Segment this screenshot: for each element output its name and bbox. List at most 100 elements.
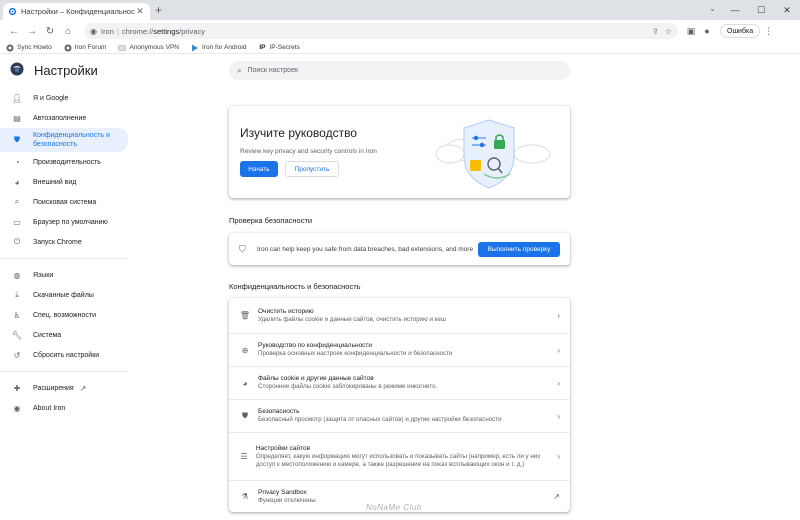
share-icon[interactable]: ⇪ <box>652 27 659 36</box>
bookmark-iron-forum[interactable]: Iron Forum <box>64 44 106 52</box>
play-store-favicon-icon <box>191 44 199 52</box>
sidebar-item-reset[interactable]: ↺ Сбросить настройки <box>0 345 128 365</box>
reset-icon: ↺ <box>13 350 21 360</box>
privacy-guide-illustration-icon <box>435 119 551 189</box>
settings-sidebar: 👤︎ Я и Google ▤ Автозаполнение ⛊ Конфиденци… <box>0 88 128 418</box>
close-window-icon[interactable]: ✕ <box>774 0 800 20</box>
new-tab-button[interactable]: + <box>155 4 162 16</box>
menu-dots-icon[interactable]: ⋮ <box>764 26 773 37</box>
chevron-right-icon: › <box>557 378 560 388</box>
sidebar-item-you-and-google[interactable]: 👤︎ Я и Google <box>0 88 128 108</box>
sidebar-item-system[interactable]: 🔧︎ Система <box>0 325 128 345</box>
url-text[interactable]: chrome://settings/privacy <box>122 27 646 36</box>
safety-check-card: ⛉ Iron can help keep you safe from data … <box>229 233 570 265</box>
error-chip-button[interactable]: Ошибка <box>720 24 761 38</box>
sidebar-item-on-startup[interactable]: ⏻ Запуск Chrome <box>0 232 128 252</box>
site-info-icon[interactable]: ◉ <box>90 27 97 36</box>
omnibox-separator: | <box>116 26 119 36</box>
iron-logo-icon <box>10 62 24 76</box>
bookmark-ip-secrets[interactable]: IP IP-Secrets <box>258 44 299 52</box>
browser-icon: ▭ <box>13 217 21 227</box>
puzzle-icon: ✚ <box>13 383 21 393</box>
sidebar-item-search-engine[interactable]: ⌕ Поисковая система <box>0 192 128 212</box>
reload-icon[interactable]: ↻ <box>42 23 58 39</box>
flask-icon: ⚗︎ <box>241 492 249 501</box>
window-controls: — ☐ ✕ <box>722 0 800 20</box>
chevron-right-icon: › <box>557 311 560 320</box>
ip-secrets-favicon-icon: IP <box>259 44 266 51</box>
tab-search-icon[interactable]: ⌄ <box>709 4 716 13</box>
back-arrow-icon[interactable]: ← <box>6 23 22 39</box>
forward-arrow-icon[interactable]: → <box>24 23 40 39</box>
privacy-guide-row[interactable]: ⊕ Руководство по конфиденциальности Прове… <box>229 333 570 366</box>
tab-title: Настройки – Конфиденциальнос <box>21 7 135 16</box>
trash-icon: 🗑︎ <box>239 311 251 320</box>
speedometer-icon: ◔ <box>14 157 20 167</box>
sidebar-item-appearance[interactable]: ◕ Внешний вид <box>0 172 128 192</box>
sidebar-item-default-browser[interactable]: ▭ Браузер по умолчанию <box>0 212 128 232</box>
safety-check-text: Iron can help keep you safe from data br… <box>257 245 474 253</box>
globe-icon: ◍ <box>13 270 21 280</box>
chevron-right-icon: › <box>557 452 560 461</box>
sidebar-item-extensions[interactable]: ✚ Расширения ↗ <box>0 378 128 398</box>
cookie-icon: ◕ <box>242 378 248 388</box>
guide-title: Изучите руководство <box>240 126 357 140</box>
external-link-icon: ↗ <box>553 492 560 501</box>
start-guide-button[interactable]: Начать <box>240 161 278 177</box>
side-panel-icon[interactable]: ▣ <box>684 26 698 37</box>
site-settings-row[interactable]: ☰ Настройки сайтов Определяет, какую инфо… <box>229 432 570 480</box>
settings-search-input[interactable]: ⌕ Поиск настроек <box>229 61 570 80</box>
sync-howto-favicon-icon <box>6 44 14 52</box>
sidebar-divider <box>0 371 128 372</box>
sidebar-divider <box>0 258 128 259</box>
settings-gear-icon <box>8 7 17 16</box>
guide-subtitle: Review key privacy and security controls… <box>240 148 377 155</box>
sidebar-item-downloads[interactable]: ⤓ Скачанные файлы <box>0 285 128 305</box>
security-shield-icon: ⛊ <box>242 411 248 420</box>
iron-logo-icon: ◉ <box>13 403 21 413</box>
security-row[interactable]: ⛊ Безопасность Безопасный просмотр (защит… <box>229 399 570 432</box>
bookmark-star-icon[interactable]: ☆ <box>665 27 672 36</box>
sidebar-item-languages[interactable]: ◍ Языки <box>0 265 128 285</box>
autofill-icon: ▤ <box>13 113 21 123</box>
run-safety-check-button[interactable]: Выполнить проверку <box>478 241 560 257</box>
person-icon: 👤︎ <box>11 93 23 103</box>
watermark: NoNaMe Club <box>366 503 422 512</box>
search-placeholder: Поиск настроек <box>247 67 299 74</box>
tab-strip: Настройки – Конфиденциальнос ✕ + ⌄ — ☐ ✕ <box>0 0 800 20</box>
sidebar-item-about[interactable]: ◉ About Iron <box>0 398 128 418</box>
chevron-right-icon: › <box>557 345 560 355</box>
palette-icon: ◕ <box>14 177 20 187</box>
profile-icon[interactable]: ● <box>700 26 714 36</box>
vpn-favicon-icon <box>118 44 127 52</box>
bookmark-anonymous-vpn[interactable]: Anonymous VPN <box>118 44 179 52</box>
external-link-icon: ↗ <box>79 383 87 393</box>
maximize-icon[interactable]: ☐ <box>748 0 774 20</box>
browser-tab[interactable]: Настройки – Конфиденциальнос ✕ <box>3 3 150 20</box>
sidebar-item-privacy[interactable]: ⛊ Конфиденциальность и безопасность <box>0 128 128 152</box>
address-bar[interactable]: ◉ Iron | chrome://settings/privacy ⇪ ☆ <box>84 23 678 39</box>
accessibility-icon: ♿︎ <box>13 310 21 320</box>
tab-close-icon[interactable]: ✕ <box>135 6 145 17</box>
power-icon: ⏻ <box>13 237 21 246</box>
minimize-icon[interactable]: — <box>722 0 748 20</box>
cookies-row[interactable]: ◕ Файлы cookie и другие данные сайтов Сто… <box>229 366 570 399</box>
search-icon: ⌕ <box>237 65 242 75</box>
skip-guide-button[interactable]: Пропустить <box>285 161 339 177</box>
sliders-icon: ☰ <box>240 452 248 461</box>
compass-icon: ⊕ <box>241 345 249 355</box>
home-icon[interactable]: ⌂ <box>60 23 76 39</box>
shield-icon: ⛊ <box>14 135 20 144</box>
privacy-section-heading: Конфиденциальность и безопасность <box>229 282 361 291</box>
wrench-icon: 🔧︎ <box>11 330 23 340</box>
bookmarks-bar: Sync Howto Iron Forum Anonymous VPN Iron… <box>0 42 800 54</box>
bookmark-iron-for-android[interactable]: Iron for Android <box>191 44 246 52</box>
chevron-right-icon: › <box>557 411 560 421</box>
bookmark-sync-howto[interactable]: Sync Howto <box>6 44 52 52</box>
sidebar-item-performance[interactable]: ◔ Производительность <box>0 152 128 172</box>
sidebar-item-autofill[interactable]: ▤ Автозаполнение <box>0 108 128 128</box>
clear-browsing-data-row[interactable]: 🗑︎ Очистить историю Удалить файлы cookie … <box>229 298 570 333</box>
privacy-settings-card: 🗑︎ Очистить историю Удалить файлы cookie … <box>229 298 570 512</box>
sidebar-item-accessibility[interactable]: ♿︎ Спец. возможности <box>0 305 128 325</box>
search-icon: ⌕ <box>14 197 20 206</box>
